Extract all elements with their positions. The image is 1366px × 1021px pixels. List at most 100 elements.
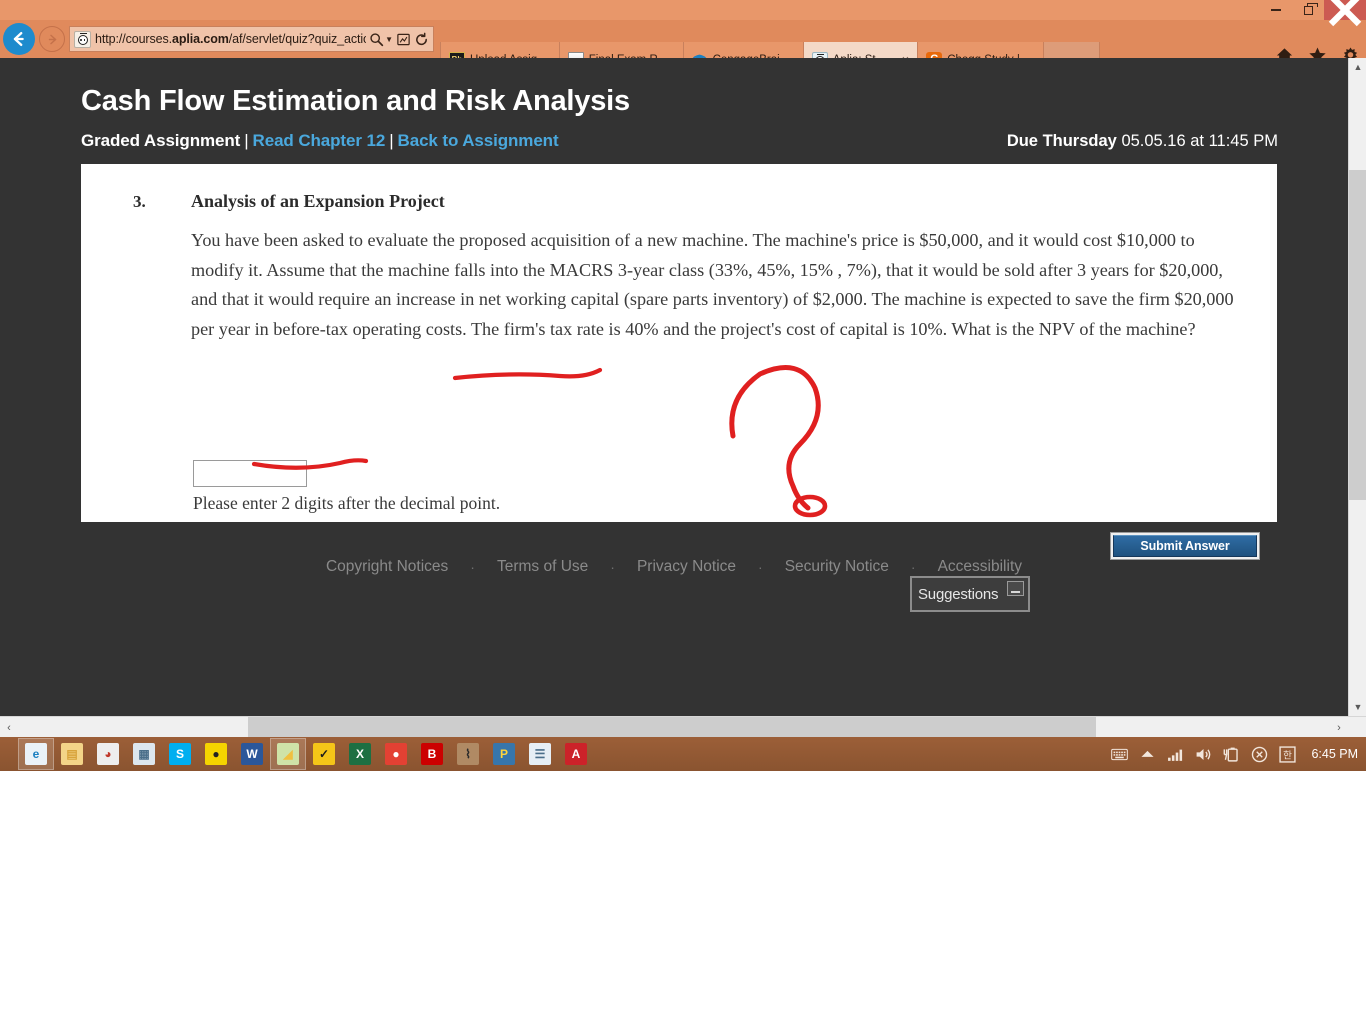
compatibility-view-icon[interactable]: [396, 32, 411, 47]
address-bar[interactable]: http://courses.aplia.com/af/servlet/quiz…: [69, 26, 434, 52]
taskbar-item-sticky-notes[interactable]: ●: [198, 738, 234, 770]
taskbar-item-snipping-tool[interactable]: ◢: [270, 738, 306, 770]
taskbar-item-python[interactable]: P: [486, 738, 522, 770]
footer-separator: ·: [610, 559, 615, 575]
aplia-favicon-icon: [74, 30, 91, 48]
taskbar-item-file-explorer[interactable]: ▤: [54, 738, 90, 770]
footer-link-terms-of-use[interactable]: Terms of Use: [497, 558, 588, 576]
svg-text:한: 한: [1284, 750, 1293, 761]
assignment-status-label: Graded Assignment: [81, 131, 241, 150]
scroll-down-button[interactable]: ▼: [1349, 698, 1366, 716]
scroll-up-button[interactable]: ▲: [1349, 58, 1366, 76]
search-icon[interactable]: [369, 32, 384, 47]
read-chapter-link[interactable]: Read Chapter 12: [253, 131, 386, 150]
page-viewport: Cash Flow Estimation and Risk Analysis G…: [0, 58, 1366, 716]
taskbar-item-paint[interactable]: ◕: [90, 738, 126, 770]
forward-arrow-icon: [48, 34, 56, 44]
taskbar-item-norton-security[interactable]: ✓: [306, 738, 342, 770]
google-chrome-icon: ●: [385, 743, 407, 765]
suggestions-widget[interactable]: Suggestions: [910, 576, 1030, 612]
taskbar-item-notepad[interactable]: ☰: [522, 738, 558, 770]
keyboard-icon[interactable]: [1111, 746, 1129, 763]
taskbar-item-adobe-acrobat[interactable]: A: [558, 738, 594, 770]
horizontal-scrollbar-thumb[interactable]: [248, 717, 1096, 738]
action-center-icon[interactable]: [1251, 746, 1268, 763]
footer-link-privacy-notice[interactable]: Privacy Notice: [637, 558, 736, 576]
due-date: Due Thursday 05.05.16 at 11:45 PM: [1007, 132, 1278, 151]
adobe-acrobat-icon: A: [565, 743, 587, 765]
battery-icon[interactable]: [1223, 746, 1240, 763]
bitdefender-icon: B: [421, 743, 443, 765]
due-value: 05.05.16 at 11:45 PM: [1121, 132, 1278, 150]
sticky-notes-icon: ●: [205, 743, 227, 765]
taskbar-item-microsoft-word[interactable]: W: [234, 738, 270, 770]
taskbar-item-microsoft-excel[interactable]: X: [342, 738, 378, 770]
language-icon[interactable]: 한: [1279, 745, 1297, 763]
separator: |: [389, 131, 394, 150]
vertical-scrollbar[interactable]: ▲ ▼: [1348, 58, 1366, 716]
show-hidden-icons-arrow[interactable]: [1139, 746, 1156, 763]
breadcrumb: Graded Assignment | Read Chapter 12 | Back t…: [81, 131, 559, 151]
taskbar-item-calculator[interactable]: ▦: [126, 738, 162, 770]
skype-icon: S: [169, 743, 191, 765]
taskbar-app-buttons: e ▤ ◕ ▦ S ● W ◢ ✓ X ● B ⌇ P ☰ A: [18, 737, 594, 771]
footer-separator: ·: [758, 559, 763, 575]
notepad-icon: ☰: [529, 743, 551, 765]
snipping-tool-icon: ◢: [277, 743, 299, 765]
suggestions-minimize-button[interactable]: [1007, 581, 1024, 596]
close-button[interactable]: [1324, 0, 1366, 27]
page-title: Cash Flow Estimation and Risk Analysis: [81, 85, 630, 117]
footer-separator: ·: [910, 559, 916, 575]
norton-security-icon: ✓: [313, 743, 335, 765]
browser-navigation-bar: http://courses.aplia.com/af/servlet/quiz…: [0, 20, 1366, 78]
desktop-area: [0, 771, 1366, 1021]
microsoft-excel-icon: X: [349, 743, 371, 765]
answer-input[interactable]: [193, 460, 307, 487]
refresh-icon[interactable]: [414, 32, 429, 47]
taskbar-item-google-chrome[interactable]: ●: [378, 738, 414, 770]
submit-answer-button[interactable]: Submit Answer: [1113, 535, 1257, 557]
taskbar-item-skype[interactable]: S: [162, 738, 198, 770]
page-content: Cash Flow Estimation and Risk Analysis G…: [0, 58, 1348, 716]
back-to-assignment-link[interactable]: Back to Assignment: [398, 131, 559, 150]
question-heading: Analysis of an Expansion Project: [191, 191, 445, 211]
python-icon: P: [493, 743, 515, 765]
back-arrow-icon: [13, 31, 24, 47]
chevron-down-icon[interactable]: ▼: [385, 35, 393, 44]
footer-link-security-notice[interactable]: Security Notice: [785, 558, 889, 576]
scroll-left-button[interactable]: ‹: [0, 717, 18, 738]
taskbar-item-microphone[interactable]: ⌇: [450, 738, 486, 770]
separator: |: [244, 131, 249, 150]
taskbar-clock[interactable]: 6:45 PM: [1311, 747, 1358, 761]
paint-icon: ◕: [97, 743, 119, 765]
network-signal-icon[interactable]: [1167, 746, 1184, 763]
page-footer: Copyright Notices · Terms of Use · Priva…: [0, 558, 1348, 576]
footer-separator: ·: [470, 559, 475, 575]
calculator-icon: ▦: [133, 743, 155, 765]
volume-icon[interactable]: [1195, 746, 1212, 763]
footer-link-accessibility[interactable]: Accessibility: [938, 558, 1022, 576]
url-text: http://courses.aplia.com/af/servlet/quiz…: [95, 32, 367, 46]
horizontal-scrollbar[interactable]: ‹ ›: [0, 716, 1366, 738]
microphone-icon: ⌇: [457, 743, 479, 765]
suggestions-label: Suggestions: [918, 585, 999, 603]
scroll-right-button[interactable]: ›: [1330, 717, 1348, 738]
back-button[interactable]: [3, 23, 35, 55]
answer-hint-text: Please enter 2 digits after the decimal …: [193, 493, 501, 513]
vertical-scrollbar-thumb[interactable]: [1349, 170, 1366, 500]
question-body-text: You have been asked to evaluate the prop…: [191, 230, 1234, 339]
footer-link-copyright-notices[interactable]: Copyright Notices: [326, 558, 448, 576]
taskbar-item-bitdefender[interactable]: B: [414, 738, 450, 770]
window-title-bar: [0, 0, 1366, 27]
internet-explorer-icon: e: [25, 743, 47, 765]
taskbar-item-internet-explorer[interactable]: e: [18, 738, 54, 770]
forward-button[interactable]: [39, 26, 65, 52]
question-card: 3. Analysis of an Expansion Project You …: [81, 164, 1277, 557]
microsoft-word-icon: W: [241, 743, 263, 765]
system-tray: 한 6:45 PM: [1111, 737, 1358, 771]
minimize-button[interactable]: [1260, 0, 1292, 20]
taskbar: e ▤ ◕ ▦ S ● W ◢ ✓ X ● B ⌇ P ☰ A 한 6:45 PM: [0, 737, 1366, 771]
file-explorer-icon: ▤: [61, 743, 83, 765]
maximize-button[interactable]: [1292, 0, 1324, 20]
browser-window: http://courses.aplia.com/af/servlet/quiz…: [0, 0, 1366, 738]
